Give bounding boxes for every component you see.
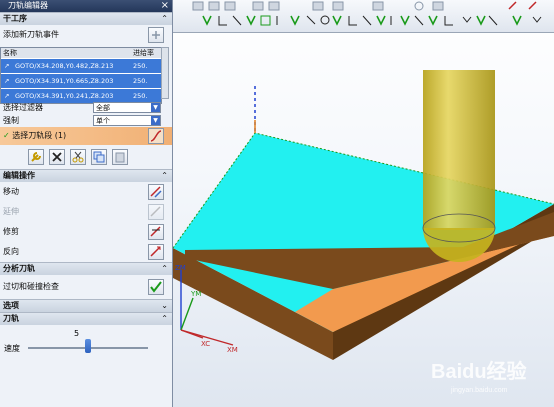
table-header: 名称 进给率: [1, 48, 161, 58]
select-segment-row[interactable]: ✓ 选择刀轨段 (1): [0, 127, 172, 145]
path-table: 名称 进给率 ↗ GOTO/X34.208,Y0.482,Z8.213 250.…: [0, 47, 162, 104]
axis-zm-label: ZM: [175, 264, 186, 272]
dialog-title: 刀轨编辑器: [8, 1, 48, 10]
wrench-icon: [31, 152, 41, 162]
edit-move-row[interactable]: 移动: [0, 182, 172, 202]
scissors-icon: [72, 151, 84, 163]
path-editor-dialog: 刀轨编辑器 × 干工序 ⌃ 添加新刀轨事件 名称 进给率 ↗ GOTO/X34.…: [0, 0, 173, 407]
chevron-up-icon[interactable]: ⌃: [161, 170, 168, 182]
section-edit[interactable]: 编辑操作 ⌃: [0, 169, 172, 182]
watermark: Baidu经验: [431, 359, 527, 383]
copy-icon: [93, 151, 105, 163]
scope-row: 强制 单个 ▼: [0, 114, 172, 127]
col-name-header: 名称: [3, 49, 17, 57]
gouge-check-icon: [150, 281, 162, 293]
chevron-down-icon: ▼: [151, 103, 160, 112]
segment-select-button[interactable]: [148, 128, 164, 144]
section-analyze-label: 分析刀轨: [3, 264, 35, 273]
move-icon: [150, 186, 162, 198]
table-scrollbar[interactable]: [161, 47, 169, 99]
motion-icon: ↗: [4, 77, 10, 85]
trim-icon: [150, 226, 161, 237]
wrench-button[interactable]: [28, 149, 44, 165]
edit-reverse-label: 反向: [3, 247, 19, 256]
watermark-sub: jingyan.baidu.com: [450, 387, 508, 394]
add-event-icon: [152, 31, 160, 39]
axis-xm-label: XM: [227, 346, 238, 354]
add-event-button[interactable]: [148, 27, 164, 43]
motion-icon: ↗: [4, 62, 10, 70]
section-edit-label: 编辑操作: [3, 171, 35, 180]
section-more-label: 选项: [3, 301, 19, 310]
viewport-scene: XC XM YM ZM Baidu经验 jingyan.baidu.com: [173, 70, 554, 394]
table-row[interactable]: ↗ GOTO/X34.391,Y0.665,Z8.203 250.: [1, 73, 161, 88]
close-icon[interactable]: ×: [161, 0, 169, 12]
chevron-down-icon[interactable]: ⌄: [161, 300, 168, 312]
move-button[interactable]: [148, 184, 164, 200]
speed-slider-thumb[interactable]: [85, 339, 91, 353]
edit-extend-row[interactable]: 延伸: [0, 202, 172, 222]
edit-reverse-row[interactable]: 反向: [0, 242, 172, 262]
dialog-titlebar: 刀轨编辑器 ×: [0, 0, 172, 12]
extend-button[interactable]: [148, 204, 164, 220]
scope-select[interactable]: 单个 ▼: [93, 115, 161, 126]
filter-value: 全部: [96, 104, 110, 112]
row-name: GOTO/X34.208,Y0.482,Z8.213: [15, 62, 114, 70]
select-segment-label: 选择刀轨段: [12, 131, 53, 140]
chevron-up-icon[interactable]: ⌃: [161, 313, 168, 325]
path-table-area: 名称 进给率 ↗ GOTO/X34.208,Y0.482,Z8.213 250.…: [0, 45, 172, 104]
section-work[interactable]: 干工序 ⌃: [0, 12, 172, 25]
gouge-check-label: 过切和碰撞检查: [3, 282, 59, 291]
edit-extend-label: 延伸: [3, 207, 19, 216]
table-row[interactable]: ↗ GOTO/X34.208,Y0.482,Z8.213 250.: [1, 58, 161, 73]
delete-icon: [52, 152, 62, 162]
filter-row: 选择过滤器 全部 ▼: [0, 101, 172, 114]
chevron-up-icon[interactable]: ⌃: [161, 263, 168, 275]
edit-trim-label: 修剪: [3, 227, 19, 236]
slider-value: 5: [74, 329, 80, 338]
axis-ym-label: YM: [190, 290, 201, 298]
select-count: (1): [54, 131, 67, 140]
section-speed-label: 刀轨: [3, 314, 19, 323]
paste-icon: [115, 152, 125, 163]
add-event-label: 添加新刀轨事件: [3, 30, 59, 39]
edit-move-label: 移动: [3, 187, 19, 196]
row-feed: 250.: [133, 77, 148, 85]
axis-xc-label: XC: [201, 340, 210, 348]
check-icon: ✓: [3, 131, 10, 140]
add-event-row: 添加新刀轨事件: [0, 25, 172, 45]
paste-button[interactable]: [112, 149, 128, 165]
tool-cylinder: [423, 70, 495, 230]
trim-button[interactable]: [148, 224, 164, 240]
scope-value: 单个: [96, 117, 110, 125]
chevron-down-icon: ▼: [151, 116, 160, 125]
section-work-label: 干工序: [3, 14, 27, 23]
section-analyze[interactable]: 分析刀轨 ⌃: [0, 262, 172, 275]
row-name: GOTO/X34.391,Y0.665,Z8.203: [15, 77, 114, 85]
tool-icon-row: [0, 145, 172, 169]
slider-label: 速度: [4, 344, 20, 353]
copy-button[interactable]: [91, 149, 107, 165]
reverse-icon: [150, 246, 161, 257]
col-feed-header: 进给率: [133, 49, 154, 57]
scope-label: 强制: [3, 116, 19, 125]
curve-icon: [150, 130, 162, 142]
section-speed[interactable]: 刀轨 ⌃: [0, 312, 172, 325]
reverse-button[interactable]: [148, 244, 164, 260]
edit-trim-row[interactable]: 修剪: [0, 222, 172, 242]
section-more[interactable]: 选项 ⌄: [0, 299, 172, 312]
row-feed: 250.: [133, 62, 148, 70]
graphics-viewport[interactable]: XC XM YM ZM Baidu经验 jingyan.baidu.com: [173, 0, 554, 407]
gouge-check-button[interactable]: [148, 279, 164, 295]
filter-select[interactable]: 全部 ▼: [93, 102, 161, 113]
speed-slider-area: 5 速度: [0, 325, 172, 359]
filter-label: 选择过滤器: [3, 103, 43, 112]
cut-button[interactable]: [70, 149, 86, 165]
extend-icon: [150, 206, 161, 217]
chevron-up-icon[interactable]: ⌃: [161, 13, 168, 25]
gouge-check-row[interactable]: 过切和碰撞检查: [0, 275, 172, 299]
delete-button[interactable]: [49, 149, 65, 165]
